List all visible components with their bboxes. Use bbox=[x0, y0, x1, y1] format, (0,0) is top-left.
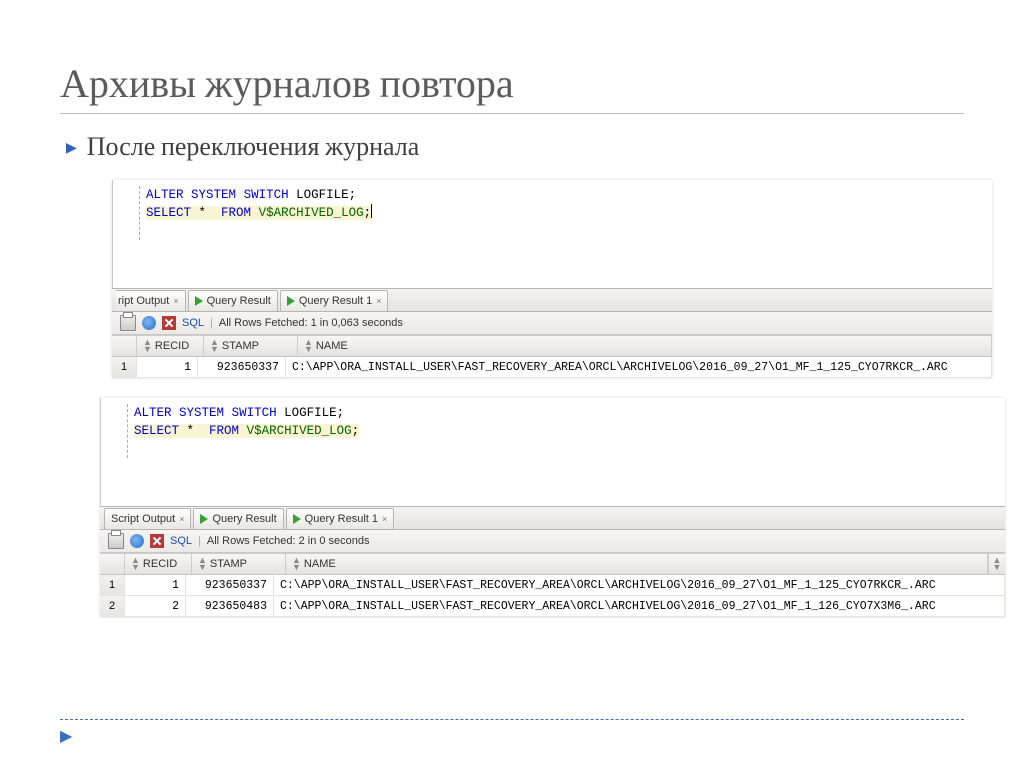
toolbar-separator: | bbox=[210, 317, 213, 329]
col-label: RECID bbox=[155, 340, 189, 352]
result-tabs: Script Output × Query Result Query Resul… bbox=[100, 506, 1005, 530]
table-row[interactable]: 2 2 923650483 C:\APP\ORA_INSTALL_USER\FA… bbox=[100, 596, 1005, 617]
col-name[interactable]: ▲▼ NAME bbox=[286, 554, 988, 574]
col-recid[interactable]: ▲▼ RECID bbox=[137, 336, 204, 356]
sort-icon: ▲▼ bbox=[210, 339, 219, 353]
tab-label: Query Result 1 bbox=[305, 513, 378, 525]
sort-icon: ▲▼ bbox=[292, 557, 301, 571]
col-rownum[interactable] bbox=[100, 554, 125, 574]
tab-query-result[interactable]: Query Result bbox=[188, 290, 278, 311]
tab-label: Query Result 1 bbox=[299, 295, 372, 307]
col-label: NAME bbox=[304, 558, 336, 570]
delete-icon[interactable] bbox=[162, 316, 176, 330]
col-stamp[interactable]: ▲▼ STAMP bbox=[204, 336, 298, 356]
delete-icon[interactable] bbox=[150, 534, 164, 548]
play-icon bbox=[195, 296, 203, 306]
cell-stamp: 923650483 bbox=[186, 596, 274, 616]
sql-gutter bbox=[107, 404, 128, 458]
sort-icon: ▲▼ bbox=[304, 339, 313, 353]
panel-2: ALTER SYSTEM SWITCH LOGFILE; SELECT * FR… bbox=[100, 398, 1005, 617]
cell-rownum: 1 bbox=[112, 357, 137, 377]
scroll-icon[interactable]: ▲▼ bbox=[988, 554, 1005, 574]
tab-script-output[interactable]: ript Output × bbox=[116, 290, 186, 311]
sql-code[interactable]: ALTER SYSTEM SWITCH LOGFILE; SELECT * FR… bbox=[140, 186, 984, 240]
close-icon[interactable]: × bbox=[382, 514, 387, 524]
fetch-status: All Rows Fetched: 1 in 0,063 seconds bbox=[219, 317, 403, 329]
play-icon bbox=[287, 296, 295, 306]
sort-icon: ▲▼ bbox=[143, 339, 152, 353]
cell-name: C:\APP\ORA_INSTALL_USER\FAST_RECOVERY_AR… bbox=[286, 357, 992, 377]
print-icon[interactable] bbox=[120, 315, 136, 331]
footer-divider bbox=[60, 719, 964, 720]
tab-label: Query Result bbox=[207, 295, 271, 307]
grid-header: ▲▼ RECID ▲▼ STAMP ▲▼ NAME ▲▼ bbox=[100, 554, 1005, 575]
table-row[interactable]: 1 1 923650337 C:\APP\ORA_INSTALL_USER\FA… bbox=[112, 357, 992, 378]
col-rownum[interactable] bbox=[112, 336, 137, 356]
result-grid: ▲▼ RECID ▲▼ STAMP ▲▼ NAME ▲▼ 1 1 92365 bbox=[100, 553, 1005, 617]
col-recid[interactable]: ▲▼ RECID bbox=[125, 554, 192, 574]
bullet-text: После переключения журнала bbox=[87, 132, 420, 162]
grid-header: ▲▼ RECID ▲▼ STAMP ▲▼ NAME bbox=[112, 336, 992, 357]
sql-editor[interactable]: ALTER SYSTEM SWITCH LOGFILE; SELECT * FR… bbox=[112, 180, 992, 288]
col-name[interactable]: ▲▼ NAME bbox=[298, 336, 992, 356]
sort-icon: ▲▼ bbox=[198, 557, 207, 571]
cell-name: C:\APP\ORA_INSTALL_USER\FAST_RECOVERY_AR… bbox=[274, 575, 1005, 595]
col-label: STAMP bbox=[222, 340, 259, 352]
tab-script-output[interactable]: Script Output × bbox=[104, 508, 191, 529]
play-icon bbox=[293, 514, 301, 524]
col-label: STAMP bbox=[210, 558, 247, 570]
corner-marker-icon: ▶ bbox=[60, 726, 72, 746]
tab-label: Script Output bbox=[111, 513, 175, 525]
tab-query-result-1[interactable]: Query Result 1 × bbox=[280, 290, 389, 311]
pin-icon[interactable] bbox=[130, 534, 144, 548]
pin-icon[interactable] bbox=[142, 316, 156, 330]
sql-code[interactable]: ALTER SYSTEM SWITCH LOGFILE; SELECT * FR… bbox=[128, 404, 997, 458]
print-icon[interactable] bbox=[108, 533, 124, 549]
cell-name: C:\APP\ORA_INSTALL_USER\FAST_RECOVERY_AR… bbox=[274, 596, 1005, 616]
toolbar-separator: | bbox=[198, 535, 201, 547]
table-row[interactable]: 1 1 923650337 C:\APP\ORA_INSTALL_USER\FA… bbox=[100, 575, 1005, 596]
sql-editor[interactable]: ALTER SYSTEM SWITCH LOGFILE; SELECT * FR… bbox=[100, 398, 1005, 506]
play-icon bbox=[200, 514, 208, 524]
cell-stamp: 923650337 bbox=[186, 575, 274, 595]
close-icon[interactable]: × bbox=[173, 296, 178, 306]
panel-1: ALTER SYSTEM SWITCH LOGFILE; SELECT * FR… bbox=[112, 180, 992, 378]
col-label: RECID bbox=[143, 558, 177, 570]
tab-query-result[interactable]: Query Result bbox=[193, 508, 283, 529]
result-tabs: ript Output × Query Result Query Result … bbox=[112, 288, 992, 312]
bullet-row: ▶ После переключения журнала bbox=[66, 132, 964, 162]
tab-query-result-1[interactable]: Query Result 1 × bbox=[286, 508, 395, 529]
result-toolbar: SQL | All Rows Fetched: 1 in 0,063 secon… bbox=[112, 312, 992, 335]
cell-recid: 1 bbox=[137, 357, 198, 377]
sql-link[interactable]: SQL bbox=[182, 317, 204, 329]
close-icon[interactable]: × bbox=[179, 514, 184, 524]
cell-rownum: 1 bbox=[100, 575, 125, 595]
bullet-marker-icon: ▶ bbox=[66, 139, 77, 156]
result-toolbar: SQL | All Rows Fetched: 2 in 0 seconds bbox=[100, 530, 1005, 553]
result-grid: ▲▼ RECID ▲▼ STAMP ▲▼ NAME 1 1 923650337 … bbox=[112, 335, 992, 378]
fetch-status: All Rows Fetched: 2 in 0 seconds bbox=[207, 535, 370, 547]
cell-rownum: 2 bbox=[100, 596, 125, 616]
close-icon[interactable]: × bbox=[376, 296, 381, 306]
cell-stamp: 923650337 bbox=[198, 357, 286, 377]
col-label: NAME bbox=[316, 340, 348, 352]
sql-gutter bbox=[119, 186, 140, 240]
slide-title: Архивы журналов повтора bbox=[60, 60, 964, 114]
sort-icon: ▲▼ bbox=[131, 557, 140, 571]
sort-icon: ▲▼ bbox=[993, 557, 1002, 571]
sql-link[interactable]: SQL bbox=[170, 535, 192, 547]
cell-recid: 2 bbox=[125, 596, 186, 616]
tab-label: ript Output bbox=[118, 295, 169, 307]
cell-recid: 1 bbox=[125, 575, 186, 595]
col-stamp[interactable]: ▲▼ STAMP bbox=[192, 554, 286, 574]
tab-label: Query Result bbox=[212, 513, 276, 525]
